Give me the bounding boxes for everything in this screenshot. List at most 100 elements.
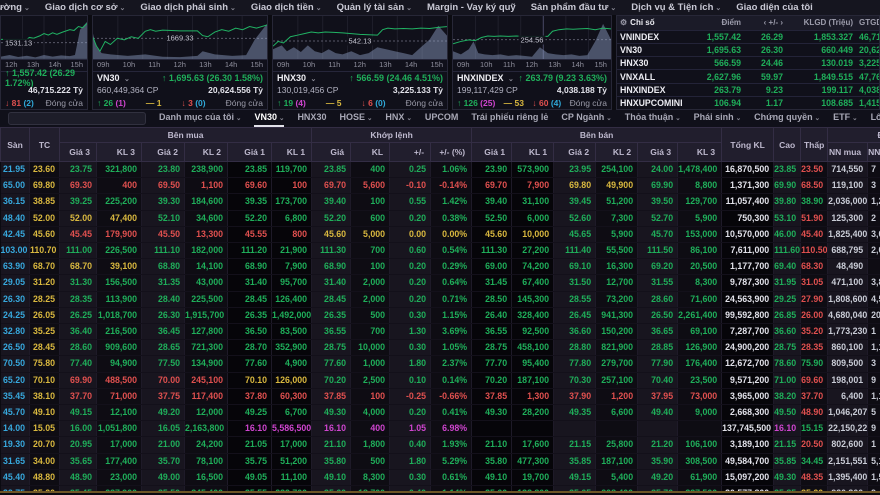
cell-14: 28.80 [554, 340, 596, 356]
cell-22: 3,0 [868, 226, 880, 242]
group-header-ben-ban: Bên bán [472, 128, 722, 143]
cell-13: 7,900 [512, 178, 554, 194]
tab-etf[interactable]: ETF⌄ [833, 110, 857, 127]
menu-item-1[interactable]: Thị trường⌄ [0, 2, 30, 13]
index-points: 1,557.42 [689, 32, 745, 42]
tab-hose[interactable]: HOSE⌄ [339, 110, 372, 127]
table-row[interactable]: 63.9068.7068.7039,10068.8014,10068.907,9… [1, 259, 880, 275]
index-klgd: 199.117 [787, 85, 857, 95]
cell-14: 21.15 [554, 437, 596, 453]
tab-cp-ng-nh[interactable]: CP Ngành⌄ [561, 110, 611, 127]
search-input[interactable] [8, 112, 146, 125]
cell-14: 111.40 [554, 243, 596, 259]
x-axis-tick: 15h [250, 60, 263, 71]
menu-item-8[interactable]: Dịch vụ & Tiện ích⌄ [631, 2, 721, 13]
table-row[interactable]: 31.6534.0035.65177,40035.7078,10035.7551… [1, 453, 880, 469]
table-row[interactable]: 45.7049.1049.1512,10049.2012,00049.256,7… [1, 405, 880, 421]
menu-item-9[interactable]: Giao diện của tôi [736, 2, 813, 13]
table-row[interactable]: 32.8035.2536.40216,50036.45127,80036.508… [1, 324, 880, 340]
cell-8: 69.70 [312, 178, 351, 194]
index-row[interactable]: HNXINDEX263.799.23199.1174,038 [617, 83, 879, 96]
index-row[interactable]: HNXUPCOMINI106.941.17108.6851,415 [617, 96, 879, 109]
tab-ph-i-sinh[interactable]: Phái sinh⌄ [694, 110, 741, 127]
table-row[interactable]: 36.1538.8539.25225,20039.30184,60039.351… [1, 194, 880, 210]
cell-15: 257,100 [596, 372, 638, 388]
table-row[interactable]: 19.3020.7020.9517,00021.0024,20021.0517,… [1, 437, 880, 453]
tab-danh-m-c-c-a-t-i[interactable]: Danh mục của tôi⌄ [159, 110, 241, 127]
table-row[interactable]: 21.9523.6023.75321,80023.80238,90023.851… [1, 162, 880, 178]
x-axis-tick: 13h [199, 60, 212, 71]
tab-th-a-thu-n[interactable]: Thỏa thuận⌄ [625, 110, 681, 127]
tab-ch-ng-quy-n[interactable]: Chứng quyền⌄ [754, 110, 820, 127]
cell-21: 2,036,000 [828, 194, 868, 210]
chevron-down-icon: ⌄ [24, 5, 30, 12]
table-row[interactable]: 24.2526.0526.251,018,70026.301,915,70026… [1, 307, 880, 323]
table-row[interactable]: 29.0531.2031.30156,50031.3543,00031.4095… [1, 275, 880, 291]
cell-13: 328,400 [512, 307, 554, 323]
table-row[interactable]: 65.2070.1069.90488,50070.00245,10070.101… [1, 372, 880, 388]
cell-19: 46.00 [774, 226, 801, 242]
x-axis-tick: 12h [525, 60, 538, 71]
chart-info-row-1: HNXINDEX ⌄↑ 263.79 (9.23 3.63%) [453, 72, 611, 85]
cell-20: 51.90 [801, 210, 828, 226]
chart-panel-hnx30: 542.1309h10h11h12h13h14h15hHNX30 ⌄↑ 566.… [272, 15, 448, 110]
table-row[interactable]: 48.4052.0052.0047,40052.1034,60052.206,8… [1, 210, 880, 226]
cell-8: 70.20 [312, 372, 351, 388]
cell-10: 0.25 [390, 162, 431, 178]
tab-tr-i-phi-u-ri-ng-l-[interactable]: Trái phiếu riêng lẻ [471, 110, 548, 127]
index-row[interactable]: VNXALL2,627.9659.971,849.51547,768 [617, 69, 879, 82]
table-row[interactable]: 35.4538.1037.7071,00037.75117,40037.8060… [1, 388, 880, 404]
menu-item-3[interactable]: Giao dịch phái sinh⌄ [140, 2, 236, 13]
menu-item-4[interactable]: Giao dịch tiền⌄ [251, 2, 322, 13]
tab-l-l-[interactable]: Lô lẻ⌄ [871, 110, 880, 127]
tab-upcom[interactable]: UPCOM [425, 110, 459, 127]
cell-16: 77.90 [638, 356, 678, 372]
cell-6: 111.20 [228, 243, 272, 259]
cell-2: 26.25 [60, 307, 97, 323]
index-name-dropdown[interactable]: HNXINDEX ⌄ [457, 73, 514, 83]
table-row[interactable]: 45.4048.8048.9023,00049.0016,50049.0511,… [1, 469, 880, 485]
cell-12: 52.50 [472, 210, 512, 226]
table-row[interactable]: 65.0069.8069.3040069.501,10069.6010069.7… [1, 178, 880, 194]
cell-14: 70.30 [554, 372, 596, 388]
table-row[interactable]: 70.5075.8077.4094,90077.50134,90077.604,… [1, 356, 880, 372]
index-name-dropdown[interactable]: VN30 ⌄ [97, 73, 130, 83]
menu-item-7[interactable]: Sản phẩm đầu tư⌄ [531, 2, 617, 13]
table-row[interactable]: 26.3028.2528.35113,90028.40225,50028.451… [1, 291, 880, 307]
cell-10: 1.30 [390, 324, 431, 340]
cell-1: 31.20 [30, 275, 60, 291]
cell-20: 28.35 [801, 340, 828, 356]
menu-item-6[interactable]: Margin - Vay ký quỹ [427, 2, 516, 13]
cell-17: 2,261,400 [678, 307, 722, 323]
table-row[interactable]: 103.00110.70111.00226,500111.10182,00011… [1, 243, 880, 259]
index-row[interactable]: VN301,695.6326.30660.44920,624 [617, 43, 879, 56]
indices-header-gtgd: GTGD (Tỷ) [857, 18, 880, 27]
cell-21: 1,808,600 [828, 291, 868, 307]
menu-item-5[interactable]: Quản lý tài sản⌄ [337, 2, 412, 13]
tab-hnx30[interactable]: HNX30 [297, 110, 326, 127]
gear-icon[interactable]: ⚙ [620, 18, 627, 27]
tab-vn30[interactable]: VN30⌄ [254, 110, 284, 127]
index-klgd: 130.019 [787, 58, 857, 68]
cell-2: 35.65 [60, 453, 97, 469]
cell-10: 1.05 [390, 421, 431, 437]
table-row[interactable]: 42.4545.6045.45179,90045.5013,30045.5580… [1, 226, 880, 242]
cell-20: 20.50 [801, 437, 828, 453]
table-row[interactable]: 14.0015.0516.001,051,80016.052,163,80016… [1, 421, 880, 437]
index-row[interactable]: VNINDEX1,557.4226.291,853.32746,715 [617, 30, 879, 43]
cell-10: 0.55 [390, 194, 431, 210]
cell-10: 0.20 [390, 259, 431, 275]
tab-hnx[interactable]: HNX⌄ [385, 110, 411, 127]
index-row[interactable]: HNX30566.5924.46130.0193,225 [617, 56, 879, 69]
index-name-dropdown[interactable]: HNX30 ⌄ [277, 73, 316, 83]
bottom-strip [0, 491, 880, 495]
cell-10: 0.20 [390, 291, 431, 307]
cell-5: 127,800 [185, 324, 228, 340]
cell-14: 31.50 [554, 275, 596, 291]
col-header-2: Giá 3 [60, 143, 97, 162]
cell-11: 0.61% [431, 469, 472, 485]
chart-info-row-2: 660,449,364 CP20,624.556 Tỷ [93, 85, 267, 97]
cell-15: 187,100 [596, 453, 638, 469]
table-row[interactable]: 26.5028.4528.60909,60028.65721,30028.703… [1, 340, 880, 356]
menu-item-2[interactable]: Giao dịch cơ sở⌄ [45, 2, 126, 13]
